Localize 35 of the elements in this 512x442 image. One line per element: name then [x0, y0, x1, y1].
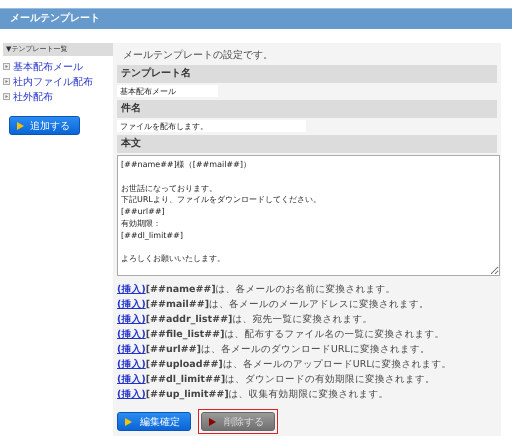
template-link[interactable]: 社外配布 — [13, 90, 53, 104]
description-text: メールテンプレートの設定です。 — [122, 48, 274, 63]
confirm-button[interactable]: 編集確定 — [117, 412, 191, 431]
insert-link[interactable]: (挿入) — [117, 327, 146, 342]
section-header: テンプレート名 — [117, 65, 497, 83]
section-header: 件名 — [117, 100, 497, 118]
insert-link[interactable]: (挿入) — [117, 387, 146, 402]
insert-link[interactable]: (挿入) — [117, 357, 146, 372]
hint-text: [##upload##]は、各メールのアップロードURLに変換されます。 — [146, 358, 452, 372]
section-header: 本文 — [117, 135, 497, 153]
insert-link[interactable]: (挿入) — [117, 282, 146, 297]
bullet-icon — [3, 63, 10, 70]
template-link[interactable]: 社内ファイル配布 — [13, 74, 93, 88]
insert-link[interactable]: (挿入) — [117, 297, 146, 312]
text-field[interactable]: 基本配布メール — [117, 85, 218, 97]
bullet-icon — [3, 78, 10, 85]
hint-text: [##file_list##]は、配布するファイル名の一覧に変換されます。 — [146, 328, 444, 342]
add-button[interactable]: 追加する — [9, 116, 80, 135]
bullet-icon — [3, 93, 10, 100]
template-link[interactable]: 基本配布メール — [13, 60, 83, 74]
hint-text: [##up_limit##]は、収集有効期限に変換されます。 — [146, 388, 389, 402]
hint-text: [##mail##]は、各メールのメールアドレスに変換されます。 — [146, 298, 430, 312]
play-icon — [125, 418, 132, 426]
page-title: メールテンプレート — [0, 8, 512, 29]
play-icon — [17, 122, 24, 130]
text-field[interactable]: ファイルを配布します。 — [117, 120, 306, 132]
hint-text: [##dl_limit##]は、ダウンロードの有効期限に変換されます。 — [146, 373, 436, 387]
insert-link[interactable]: (挿入) — [117, 312, 146, 327]
insert-link[interactable]: (挿入) — [117, 342, 146, 357]
hint-text: [##url##]は、各メールのダウンロードURLに変換されます。 — [146, 343, 430, 357]
body-textarea[interactable]: [##name##]様（[##mail##]） お世話になっております。 下記URLより、ファイルをダウンロードしてください。 [##url##] 有効期限： [##dl_limit##] よろしくお願いいたします。 — [117, 155, 500, 276]
insert-link[interactable]: (挿入) — [117, 372, 146, 387]
hint-text: [##addr_list##]は、宛先一覧に変換されます。 — [146, 313, 372, 327]
hint-text: [##name##]は、各メールのお名前に変換されます。 — [146, 283, 396, 297]
play-icon — [209, 418, 216, 426]
